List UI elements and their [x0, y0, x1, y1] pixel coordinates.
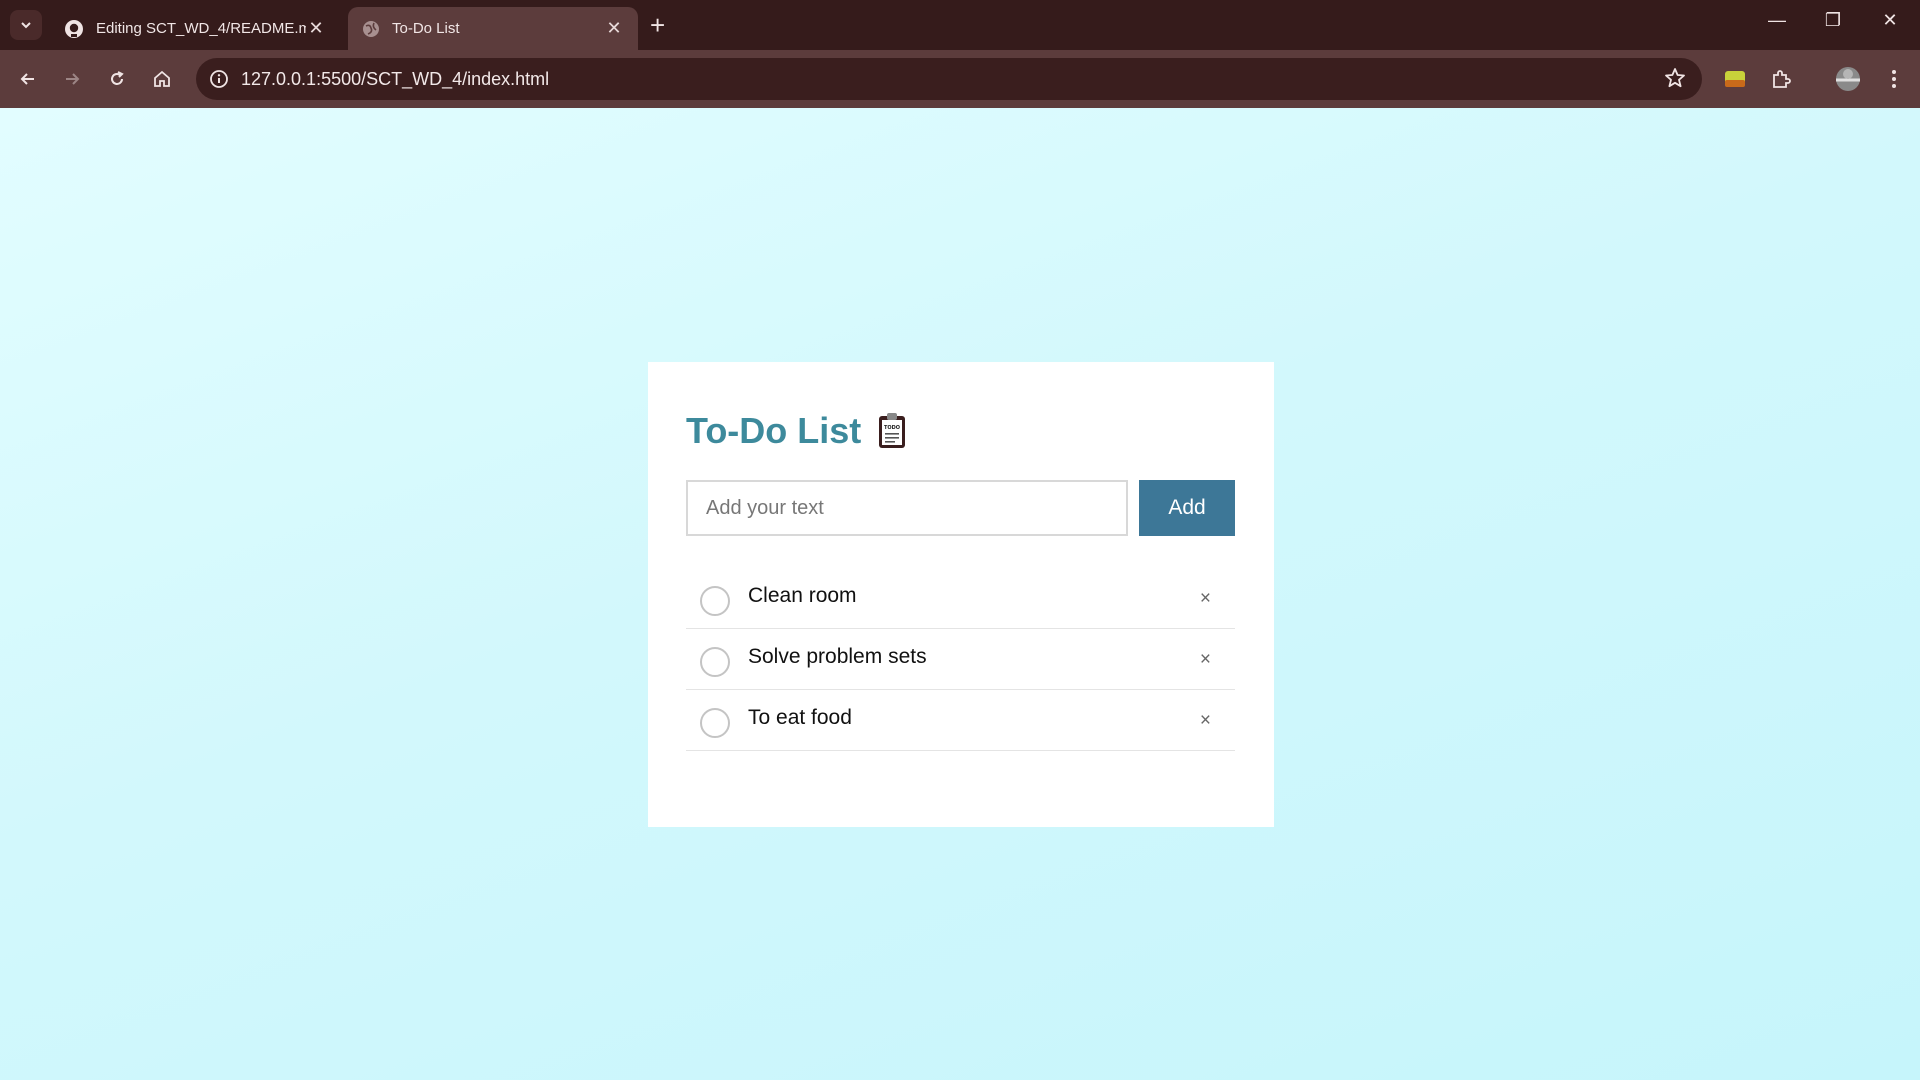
reload-button[interactable] [101, 63, 133, 95]
task-item[interactable]: To eat food × [686, 690, 1235, 751]
restore-icon[interactable]: ❐ [1813, 10, 1853, 31]
home-button[interactable] [146, 63, 178, 95]
site-info-icon[interactable] [206, 66, 232, 92]
task-item[interactable]: Clean room × [686, 568, 1235, 629]
back-button[interactable] [12, 63, 44, 95]
close-tab-icon[interactable]: ✕ [604, 18, 624, 39]
add-button[interactable]: Add [1139, 480, 1235, 536]
task-checkbox[interactable] [700, 586, 730, 616]
menu-kebab-icon[interactable] [1880, 65, 1908, 93]
delete-task-icon[interactable]: × [1200, 588, 1211, 610]
tab-readme[interactable]: Editing SCT_WD_4/README.md ✕ [50, 7, 340, 50]
tab-todo[interactable]: To-Do List ✕ [348, 7, 638, 50]
bookmark-star-icon[interactable] [1664, 67, 1686, 94]
new-tab-button[interactable]: + [650, 12, 665, 38]
github-icon [65, 19, 83, 38]
todo-card: To-Do List TODO Add Clean room × Solve p [648, 362, 1274, 827]
browser-tab-bar: Editing SCT_WD_4/README.md ✕ To-Do List … [0, 0, 1920, 50]
extensions-puzzle-icon[interactable] [1767, 65, 1795, 93]
task-text: Solve problem sets [748, 645, 927, 668]
profile-avatar[interactable] [1834, 65, 1862, 93]
chevron-down-icon [21, 22, 31, 29]
task-input[interactable] [686, 480, 1128, 536]
extension-icon[interactable] [1721, 65, 1749, 93]
task-checkbox[interactable] [700, 708, 730, 738]
tab-title: To-Do List [392, 20, 460, 37]
minimize-icon[interactable]: — [1757, 10, 1797, 31]
browser-toolbar: 127.0.0.1:5500/SCT_WD_4/index.html [0, 50, 1920, 108]
reload-icon [111, 71, 124, 85]
task-list: Clean room × Solve problem sets × To eat… [686, 568, 1235, 751]
delete-task-icon[interactable]: × [1200, 710, 1211, 732]
url-text: 127.0.0.1:5500/SCT_WD_4/index.html [241, 69, 550, 89]
task-text: Clean room [748, 584, 857, 607]
svg-text:TODO: TODO [884, 425, 900, 431]
title-row: To-Do List TODO [686, 410, 907, 452]
close-window-icon[interactable]: ✕ [1870, 10, 1910, 31]
clipboard-icon: TODO [879, 413, 906, 448]
arrow-right-icon [66, 73, 80, 85]
globe-icon [363, 20, 379, 37]
page-viewport: To-Do List TODO Add Clean room × Solve p [0, 108, 1920, 1080]
tab-title: Editing SCT_WD_4/README.md [96, 20, 306, 37]
address-bar[interactable]: 127.0.0.1:5500/SCT_WD_4/index.html [196, 58, 1702, 100]
delete-task-icon[interactable]: × [1200, 649, 1211, 671]
task-item[interactable]: Solve problem sets × [686, 629, 1235, 690]
arrow-left-icon [20, 73, 34, 85]
close-tab-icon[interactable]: ✕ [306, 18, 326, 39]
page-title: To-Do List [686, 410, 862, 451]
forward-button[interactable] [56, 63, 88, 95]
tab-search-button[interactable] [10, 10, 42, 40]
task-text: To eat food [748, 706, 852, 729]
task-checkbox[interactable] [700, 647, 730, 677]
home-icon [154, 70, 170, 87]
